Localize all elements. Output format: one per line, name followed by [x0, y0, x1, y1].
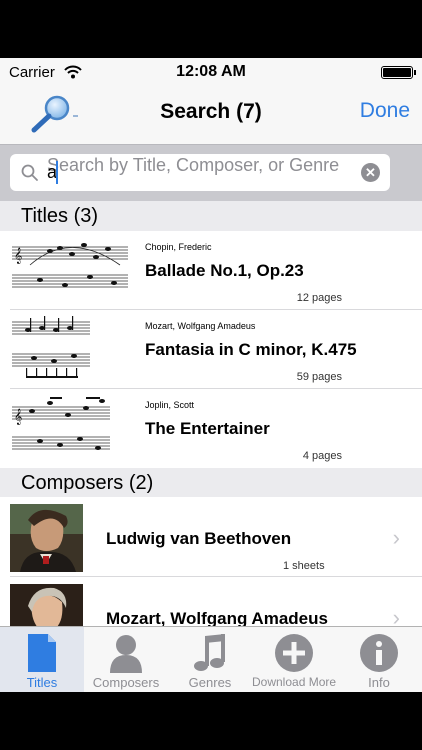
tab-download-more[interactable]: Download More [252, 627, 336, 692]
tab-label: Info [368, 675, 390, 690]
search-input[interactable]: Search by Title, Composer, or Genre a ✕ [10, 154, 390, 191]
composers-section-header: Composers (2) [0, 468, 422, 498]
clear-search-button[interactable]: ✕ [361, 163, 380, 182]
title-row-fantasia[interactable]: Mozart, Wolfgang Amadeus Fantasia in C m… [0, 310, 422, 389]
row-page-count: 4 pages [302, 450, 342, 462]
person-icon [109, 633, 143, 678]
composer-row-beethoven[interactable]: Ludwig van Beethoven 1 sheets › [0, 497, 422, 577]
composer-name: Ludwig van Beethoven [106, 529, 292, 548]
tab-titles[interactable]: Titles [0, 627, 84, 692]
row-title: Ballade No.1, Op.23 [145, 261, 304, 280]
svg-text:𝄞: 𝄞 [14, 409, 22, 425]
title-row-entertainer[interactable]: 𝄞 Joplin, Scott The Entertainer 4 pages [0, 389, 422, 468]
row-title: Fantasia in C minor, K.475 [145, 340, 357, 359]
tab-composers[interactable]: Composers [84, 627, 168, 692]
page-title: Search (7) [160, 100, 262, 123]
tab-label: Download More [252, 675, 337, 689]
titles-section-header: Titles (3) [0, 201, 422, 231]
battery-icon [381, 66, 416, 79]
navigation-bar: Search (7) Done [0, 86, 422, 144]
music-note-icon [193, 633, 227, 678]
status-bar: Carrier 12:08 AM [0, 58, 422, 86]
svg-text:𝄞: 𝄞 [14, 248, 22, 264]
text-caret [56, 161, 58, 184]
sheet-music-thumbnail: 𝄞 [10, 235, 130, 305]
sheet-music-thumbnail: 𝄞 [10, 393, 130, 463]
document-icon [26, 633, 58, 678]
chevron-right-icon: › [392, 525, 400, 550]
info-icon [359, 633, 399, 678]
row-title: The Entertainer [145, 419, 270, 438]
tab-genres[interactable]: Genres [168, 627, 252, 692]
beethoven-portrait [10, 504, 83, 572]
row-page-count: 12 pages [296, 292, 342, 304]
composer-sheet-count: 1 sheets [283, 560, 325, 572]
title-row-ballade[interactable]: 𝄞 Chopin, Frederic Ballade No.1, Op.23 1… [0, 231, 422, 310]
row-composer: Mozart, Wolfgang Amadeus [145, 321, 256, 331]
search-icon [21, 164, 39, 187]
status-time: 12:08 AM [176, 63, 246, 80]
tab-bar: Titles Composers Genres Download More In… [0, 626, 422, 692]
search-placeholder: Search by Title, Composer, or Genre [47, 155, 340, 175]
done-button[interactable]: Done [360, 99, 410, 123]
tab-label: Composers [92, 675, 160, 690]
app-screen: Carrier 12:08 AM Search (7) Done Search … [0, 58, 422, 692]
search-bar: Search by Title, Composer, or Genre a ✕ [0, 144, 422, 201]
plus-circle-icon [274, 633, 314, 678]
row-page-count: 59 pages [296, 371, 342, 383]
row-composer: Joplin, Scott [145, 400, 195, 410]
row-composer: Chopin, Frederic [145, 242, 212, 252]
tab-label: Genres [188, 675, 232, 690]
tab-info[interactable]: Info [336, 627, 422, 692]
sheet-music-thumbnail [10, 314, 130, 384]
tab-label: Titles [26, 675, 58, 690]
